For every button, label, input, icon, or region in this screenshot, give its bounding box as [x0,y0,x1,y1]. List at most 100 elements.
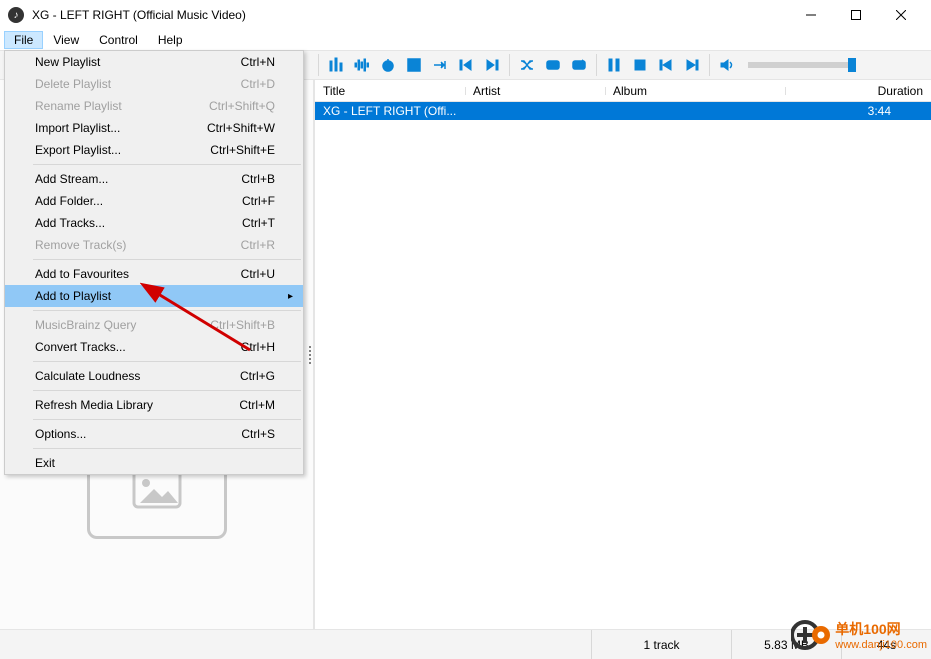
pause-button[interactable] [601,52,627,78]
splitter-handle[interactable] [306,80,314,629]
watermark-icon [791,615,831,655]
goto-icon[interactable] [427,52,453,78]
menu-separator [33,259,301,260]
col-artist[interactable]: Artist [465,84,605,98]
menu-item-shortcut: Ctrl+U [241,267,275,281]
menu-item-label: MusicBrainz Query [35,318,136,332]
col-title[interactable]: Title [315,84,465,98]
menu-item-label: Import Playlist... [35,121,120,135]
menu-item-add-stream[interactable]: Add Stream... Ctrl+B [5,168,303,190]
menu-item-label: Export Playlist... [35,143,121,157]
menu-item-shortcut: Ctrl+H [241,340,275,354]
menu-item-shortcut: Ctrl+S [241,427,275,441]
menu-separator [33,361,301,362]
menu-separator [33,310,301,311]
cell-title: XG - LEFT RIGHT (Offi... [315,104,465,118]
menu-separator [33,164,301,165]
cell-duration: 3:44 [785,104,931,118]
submenu-arrow-icon: ▸ [288,291,293,302]
menu-control[interactable]: Control [89,31,148,49]
menu-item-calculate-loudness[interactable]: Calculate Loudness Ctrl+G [5,365,303,387]
col-duration[interactable]: Duration [785,84,931,98]
maximize-button[interactable] [833,0,878,30]
menu-item-add-tracks[interactable]: Add Tracks... Ctrl+T [5,212,303,234]
menu-separator [33,448,301,449]
menu-item-label: Options... [35,427,86,441]
timer-icon[interactable] [375,52,401,78]
menu-file[interactable]: File [4,31,43,49]
menu-item-shortcut: Ctrl+Shift+E [210,143,275,157]
prev-button[interactable] [653,52,679,78]
repeat-one-icon[interactable]: 1 [540,52,566,78]
skip-fwd-marker-icon[interactable] [479,52,505,78]
menu-item-export-playlist[interactable]: Export Playlist... Ctrl+Shift+E [5,139,303,161]
stop-button[interactable] [627,52,653,78]
menu-item-label: Add Tracks... [35,216,105,230]
svg-text:1: 1 [551,63,555,70]
menu-item-label: Add Stream... [35,172,108,186]
menu-separator [33,390,301,391]
menu-item-refresh-media-library[interactable]: Refresh Media Library Ctrl+M [5,394,303,416]
file-menu-dropdown: New Playlist Ctrl+N Delete Playlist Ctrl+D R… [4,50,304,475]
menu-item-import-playlist[interactable]: Import Playlist... Ctrl+Shift+W [5,117,303,139]
shuffle-icon[interactable] [514,52,540,78]
menu-item-label: Refresh Media Library [35,398,153,412]
watermark: 单机100网 www.danji100.com [791,615,927,655]
menu-item-label: Rename Playlist [35,99,122,113]
menu-item-label: Calculate Loudness [35,369,140,383]
menu-item-shortcut: Ctrl+Shift+B [210,318,275,332]
menu-item-shortcut: Ctrl+Shift+Q [209,99,275,113]
col-album[interactable]: Album [605,84,785,98]
volume-thumb[interactable] [848,58,856,72]
menu-item-new-playlist[interactable]: New Playlist Ctrl+N [5,51,303,73]
menu-item-label: Exit [35,456,55,470]
volume-icon[interactable] [714,52,740,78]
menu-item-label: Remove Track(s) [35,238,126,252]
menu-item-shortcut: Ctrl+F [242,194,275,208]
menu-item-rename-playlist: Rename Playlist Ctrl+Shift+Q [5,95,303,117]
menu-item-convert-tracks[interactable]: Convert Tracks... Ctrl+H [5,336,303,358]
menu-item-options[interactable]: Options... Ctrl+S [5,423,303,445]
menu-item-shortcut: Ctrl+D [241,77,275,91]
menu-item-add-folder[interactable]: Add Folder... Ctrl+F [5,190,303,212]
playlist: Title Artist Album Duration XG - LEFT RI… [314,80,931,629]
menu-separator [33,419,301,420]
import-icon[interactable] [401,52,427,78]
volume-slider[interactable] [748,62,856,68]
menu-item-musicbrainz-query: MusicBrainz Query Ctrl+Shift+B [5,314,303,336]
menu-item-exit[interactable]: Exit [5,452,303,474]
window-title: XG - LEFT RIGHT (Official Music Video) [32,8,788,22]
menu-item-label: Add Folder... [35,194,103,208]
waveform-icon[interactable] [349,52,375,78]
menu-item-shortcut: Ctrl+G [240,369,275,383]
menu-item-add-to-favourites[interactable]: Add to Favourites Ctrl+U [5,263,303,285]
playlist-header: Title Artist Album Duration [315,80,931,102]
menu-item-delete-playlist: Delete Playlist Ctrl+D [5,73,303,95]
menu-help[interactable]: Help [148,31,193,49]
menu-item-label: Convert Tracks... [35,340,126,354]
playlist-row[interactable]: XG - LEFT RIGHT (Offi... 3:44 [315,102,931,120]
menu-item-add-to-playlist[interactable]: Add to Playlist▸ [5,285,303,307]
menu-item-shortcut: Ctrl+R [241,238,275,252]
equalizer-icon[interactable] [323,52,349,78]
menu-item-shortcut: Ctrl+M [239,398,275,412]
menu-item-label: Add to Favourites [35,267,129,281]
menu-item-label: Delete Playlist [35,77,111,91]
menu-bar: File View Control Help [0,30,931,50]
skip-back-marker-icon[interactable] [453,52,479,78]
repeat-all-icon[interactable] [566,52,592,78]
next-button[interactable] [679,52,705,78]
menu-item-label: New Playlist [35,55,100,69]
title-bar: ♪ XG - LEFT RIGHT (Official Music Video) [0,0,931,30]
menu-item-shortcut: Ctrl+T [242,216,275,230]
menu-item-shortcut: Ctrl+N [241,55,275,69]
close-button[interactable] [878,0,923,30]
watermark-text-2: www.danji100.com [835,639,927,651]
menu-item-shortcut: Ctrl+Shift+W [207,121,275,135]
minimize-button[interactable] [788,0,833,30]
app-icon: ♪ [8,7,24,23]
status-tracks: 1 track [591,630,731,659]
menu-item-shortcut: Ctrl+B [241,172,275,186]
menu-view[interactable]: View [43,31,89,49]
menu-item-remove-track-s: Remove Track(s) Ctrl+R [5,234,303,256]
